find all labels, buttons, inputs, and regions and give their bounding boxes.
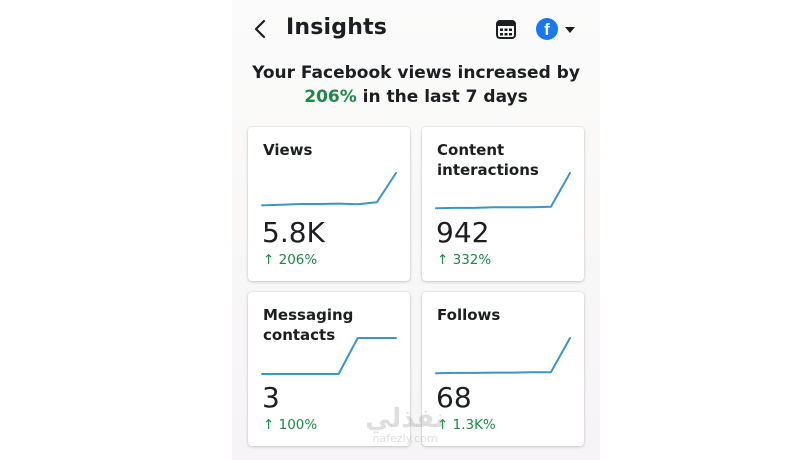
metric-card-views[interactable]: Views 5.8K ↑ 206% [248, 127, 410, 281]
metric-change: ↑ 100% [263, 417, 318, 433]
trend-line [435, 172, 571, 210]
sparkline-chart [261, 172, 397, 207]
sparkline-chart [435, 172, 571, 210]
platform-switcher[interactable]: f [536, 17, 580, 43]
metric-card-messaging-contacts[interactable]: Messaging contacts 3 ↑ 100% [248, 292, 410, 446]
metric-card-follows[interactable]: Follows 68 ↑ 1.3K% [422, 292, 584, 446]
sparkline-chart [261, 337, 397, 375]
metric-value: 942 [436, 216, 490, 249]
summary-line-2: 206% in the last 7 days [232, 85, 600, 109]
metric-change: ↑ 332% [437, 252, 492, 268]
metric-value: 3 [262, 381, 280, 414]
metric-title: Follows [437, 306, 501, 324]
caret-down-icon [565, 27, 575, 33]
metric-change: ↑ 1.3K% [437, 417, 496, 433]
trend-line [435, 337, 571, 375]
metric-card-content-interactions[interactable]: Content interactions 942 ↑ 332% [422, 127, 584, 281]
metric-change: ↑ 206% [263, 252, 318, 268]
insights-screen: Insights f Your Facebook views increased… [232, 0, 600, 460]
metric-value: 68 [436, 381, 472, 414]
top-bar: Insights f [232, 8, 600, 52]
summary-percent: 206% [304, 87, 357, 107]
calendar-icon[interactable] [495, 18, 517, 40]
sparkline-chart [435, 337, 571, 375]
metric-title: Views [263, 141, 313, 159]
summary-period: in the last 7 days [356, 87, 528, 107]
metric-value: 5.8K [262, 216, 325, 249]
page-title: Insights [286, 15, 388, 40]
trend-line [261, 337, 397, 375]
summary-headline: Your Facebook views increased by 206% in… [232, 61, 600, 109]
trend-line [261, 172, 397, 207]
chevron-left-icon[interactable] [252, 18, 270, 40]
facebook-icon: f [536, 18, 558, 40]
summary-line-1: Your Facebook views increased by [252, 63, 580, 83]
